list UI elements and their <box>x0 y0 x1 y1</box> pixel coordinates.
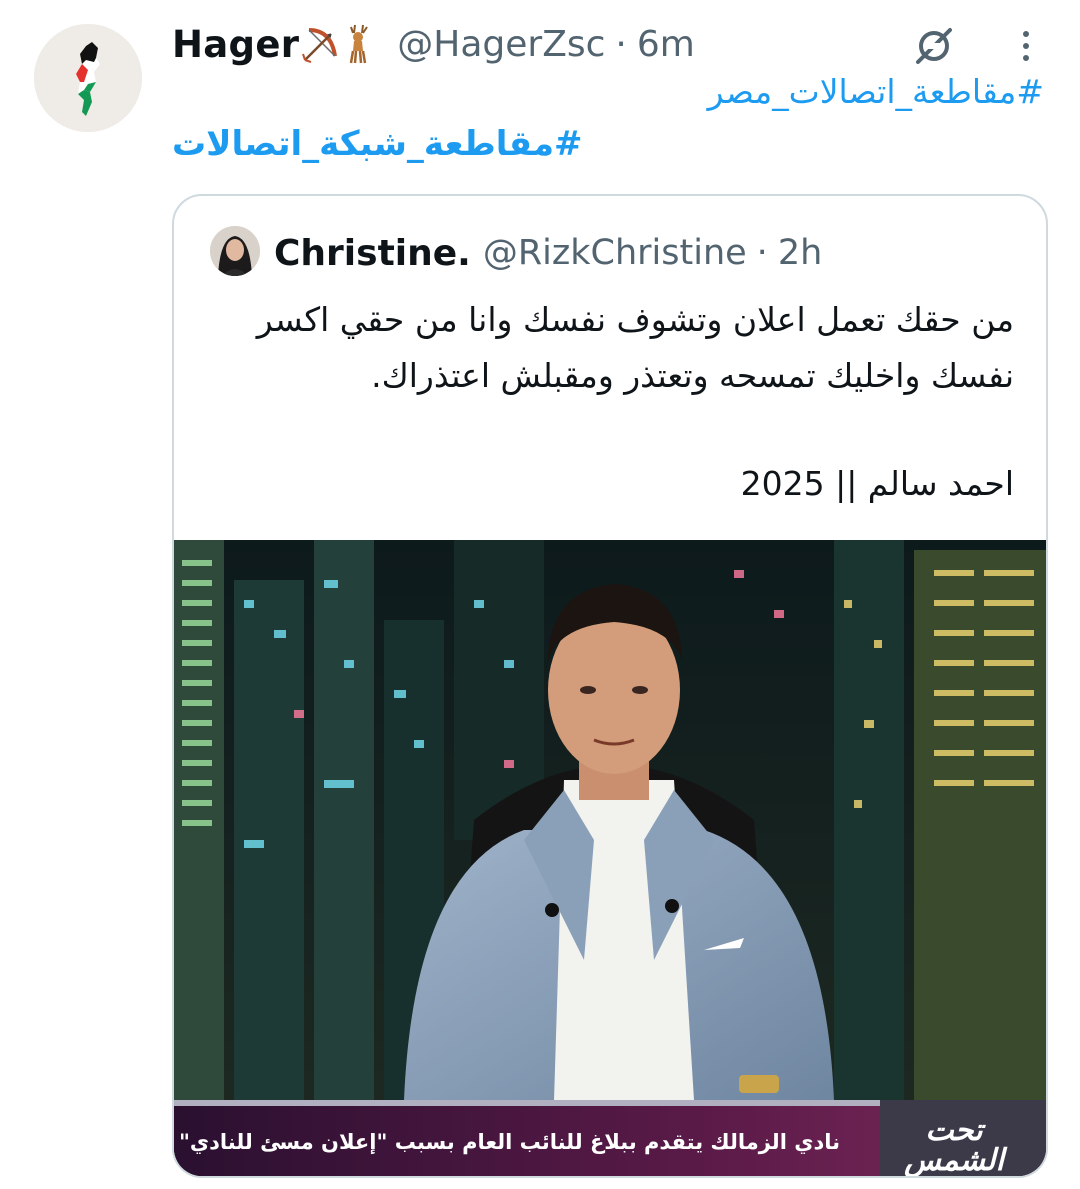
quoted-display-name[interactable]: Christine. <box>274 233 471 274</box>
grok-button[interactable] <box>908 20 960 72</box>
display-name[interactable]: Hager <box>172 23 299 66</box>
more-options-button[interactable] <box>1006 20 1046 72</box>
quoted-media-image[interactable]: نادي الزمالك يتقدم ببلاغ للنائب العام بس… <box>174 540 1046 1176</box>
grok-icon <box>916 28 952 64</box>
quoted-separator-dot: · <box>756 233 768 273</box>
quoted-header: Christine. @RizkChristine · 2h <box>274 226 822 280</box>
channel-logo: تحت الشمس <box>904 1113 1004 1176</box>
quoted-tweet-card[interactable]: Christine. @RizkChristine · 2h من حقك تع… <box>172 194 1048 1178</box>
quoted-avatar[interactable] <box>210 226 260 276</box>
handle[interactable]: @HagerZsc <box>397 24 605 65</box>
quoted-timestamp[interactable]: 2h <box>778 233 822 273</box>
quoted-text-line: احمد سالم || 2025 <box>740 464 1014 503</box>
quoted-handle[interactable]: @RizkChristine <box>483 233 747 273</box>
post-header: Hager @HagerZsc · 6m <box>172 18 695 70</box>
tv-studio-photo <box>174 540 1046 1176</box>
timestamp[interactable]: 6m <box>637 24 695 65</box>
separator-dot: · <box>615 23 627 65</box>
palestine-map-avatar <box>34 24 142 132</box>
hashtag-link[interactable]: #مقاطعة_اتصالات_مصر <box>708 72 1044 111</box>
quoted-avatar-photo <box>210 226 260 276</box>
quoted-text-line: نفسك واخليك تمسحه وتعتذر ومقبلش اعتذراك. <box>371 356 1014 395</box>
quoted-text-line: من حقك تعمل اعلان وتشوف نفسك وانا من حقي… <box>256 300 1014 339</box>
bow-and-arrow-icon <box>302 28 338 63</box>
deer-icon <box>350 24 369 64</box>
name-emojis <box>301 23 375 65</box>
hashtag-link[interactable]: #مقاطعة_شبكة_اتصالات <box>172 124 583 164</box>
more-options-icon <box>1023 31 1029 61</box>
news-ticker-caption: نادي الزمالك يتقدم ببلاغ للنائب العام بس… <box>178 1130 840 1154</box>
avatar[interactable] <box>34 24 142 132</box>
